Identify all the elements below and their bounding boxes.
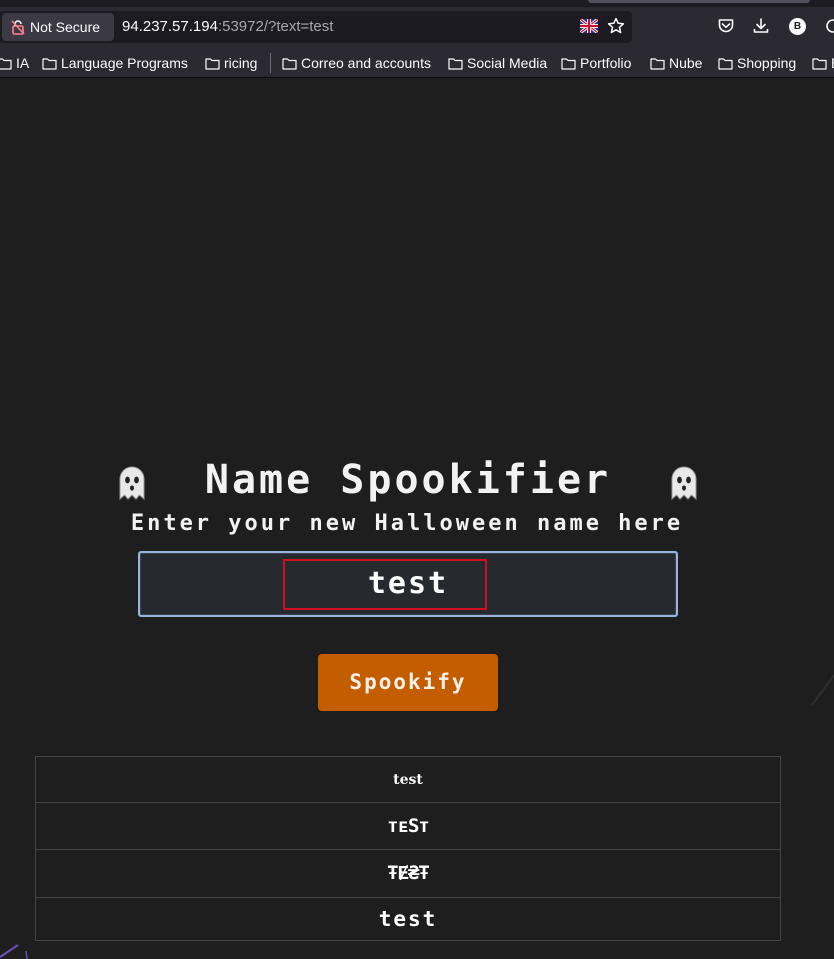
bookmarks-separator: [270, 53, 271, 73]
ghost-icon: [119, 466, 145, 501]
bookmark-label: Shopping: [737, 55, 797, 71]
folder-icon: [42, 57, 57, 70]
pocket-icon[interactable]: [717, 17, 735, 35]
bookmark-label: IA: [16, 55, 30, 71]
page-content: Name Spookifier Enter your new Halloween…: [0, 79, 834, 959]
bookmark-folder-ia[interactable]: IA: [0, 54, 29, 72]
ghost-icon: [671, 466, 697, 501]
security-indicator[interactable]: Not Secure: [2, 13, 114, 41]
bookmark-label: Correo and accounts: [301, 55, 431, 71]
table-row: test: [35, 756, 781, 803]
tab-strip: [0, 0, 834, 7]
insecure-lock-icon: [11, 20, 25, 35]
folder-icon: [812, 57, 827, 70]
active-tab-indicator[interactable]: [588, 0, 810, 3]
browser-toolbar: Not Secure 94.237.57.194:53972/?text=tes…: [0, 0, 834, 48]
decorative-check: [0, 944, 28, 959]
bookmark-label: ricing: [224, 55, 258, 71]
bookmark-folder-portfolio[interactable]: Portfolio: [561, 54, 631, 72]
folder-icon: [718, 57, 733, 70]
bookmark-label: Portfolio: [580, 55, 632, 71]
bookmark-label: Language Programs: [61, 55, 188, 71]
result-cell: ŦɆ₴Ŧ: [35, 849, 781, 898]
bookmark-folder-language-programs[interactable]: Language Programs: [42, 54, 188, 72]
url-host: 94.237.57.194: [122, 18, 218, 35]
folder-icon: [448, 57, 463, 70]
bookmark-folder-ricing[interactable]: ricing: [205, 54, 257, 72]
translate-flag-icon[interactable]: [580, 19, 598, 33]
page-title: Name Spookifier: [204, 457, 612, 503]
table-row: ŦɆ₴Ŧ: [35, 849, 781, 898]
page-subtitle: Enter your new Halloween name here: [130, 511, 684, 536]
spookify-button[interactable]: Spookify: [318, 654, 498, 711]
results-table: test ᴛᴇSᴛ ŦɆ₴Ŧ test: [35, 756, 781, 941]
security-label: Not Secure: [30, 19, 101, 35]
bookmark-folder-nube[interactable]: Nube: [650, 54, 702, 72]
bookmark-folder-social-media[interactable]: Social Media: [448, 54, 547, 72]
result-cell: ᴛᴇSᴛ: [35, 802, 781, 850]
bookmark-folder-e[interactable]: E: [812, 54, 834, 72]
highlight-annotation-box: [283, 559, 487, 610]
folder-icon: [650, 57, 665, 70]
folder-icon: [205, 57, 220, 70]
result-cell: test: [35, 756, 781, 803]
decorative-slash: [811, 674, 834, 706]
url-text[interactable]: 94.237.57.194:53972/?text=test: [122, 18, 333, 35]
bookmark-label: Nube: [669, 55, 703, 71]
bookmark-label: Social Media: [467, 55, 548, 71]
result-cell: test: [35, 897, 781, 941]
table-row: ᴛᴇSᴛ: [35, 802, 781, 850]
extensions-icon[interactable]: [824, 17, 834, 35]
bookmark-star-icon[interactable]: [607, 17, 625, 35]
downloads-icon[interactable]: [752, 17, 770, 35]
profile-avatar[interactable]: B: [789, 18, 806, 35]
folder-icon: [282, 57, 297, 70]
folder-icon: [561, 57, 576, 70]
bookmark-folder-shopping[interactable]: Shopping: [718, 54, 796, 72]
table-row: test: [35, 897, 781, 941]
url-path: :53972/?text=test: [217, 18, 334, 35]
folder-icon: [0, 57, 12, 70]
bookmark-folder-correo[interactable]: Correo and accounts: [282, 54, 431, 72]
title-row: Name Spookifier: [0, 457, 834, 507]
bookmarks-bar: IA Language Programs ricing Correo and a…: [0, 48, 834, 78]
